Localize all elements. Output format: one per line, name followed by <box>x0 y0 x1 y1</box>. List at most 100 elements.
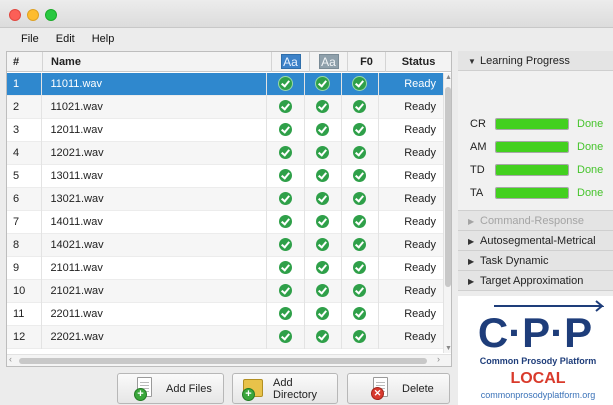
section-header-autosegmental-metrical[interactable]: ▶ Autosegmental-Metrical <box>458 231 613 251</box>
vertical-scroll-thumb[interactable] <box>445 87 451 287</box>
table-row[interactable]: 10 21021.wav Ready <box>7 280 443 303</box>
delete-button[interactable]: ✕ Delete <box>347 373 450 404</box>
f0-cell <box>342 96 380 119</box>
learning-progress-panel: CR Done AM Done TD Done TA Done <box>458 71 613 211</box>
column-header-name[interactable]: Name <box>43 52 272 72</box>
check-circle-icon <box>316 237 330 251</box>
add-files-button[interactable]: + Add Files <box>117 373 224 404</box>
f0-cell <box>342 280 380 303</box>
annotation-1-cell <box>267 326 305 349</box>
column-header-annotation-1[interactable]: Aa <box>272 52 310 72</box>
check-circle-icon <box>278 191 292 205</box>
progress-bar-fill <box>496 119 568 129</box>
annotation-2-cell <box>305 165 342 188</box>
f0-cell <box>342 326 380 349</box>
section-header-task-dynamic[interactable]: ▶ Task Dynamic <box>458 251 613 271</box>
check-circle-icon <box>278 260 292 274</box>
check-circle-icon <box>278 329 292 343</box>
table-row[interactable]: 12 22021.wav Ready <box>7 326 443 349</box>
cpp-logo-mark: C·P·P <box>478 300 604 352</box>
check-circle-icon <box>278 168 292 182</box>
f0-cell <box>342 188 380 211</box>
check-circle-icon <box>316 214 330 228</box>
progress-row-td: TD Done <box>470 163 603 177</box>
check-circle-icon <box>353 122 367 136</box>
table-row[interactable]: 5 13011.wav Ready <box>7 165 443 188</box>
minimize-window-button[interactable] <box>27 9 39 21</box>
row-number: 4 <box>7 142 43 165</box>
collapsed-triangle-icon: ▶ <box>468 257 475 266</box>
scroll-up-arrow-icon[interactable]: ▲ <box>445 74 451 81</box>
annotation-1-cell <box>267 96 305 119</box>
menu-edit[interactable]: Edit <box>56 33 75 45</box>
table-row[interactable]: 3 12011.wav Ready <box>7 119 443 142</box>
row-filename: 21011.wav <box>42 257 268 280</box>
horizontal-scrollbar[interactable]: ‹ › <box>7 354 451 366</box>
row-number: 7 <box>7 211 43 234</box>
check-circle-icon <box>353 283 367 297</box>
check-circle-icon <box>316 76 330 90</box>
scroll-left-arrow-icon[interactable]: ‹ <box>9 354 12 364</box>
model-sidebar: ▼ Learning Progress CR Done AM Done TD Done TA D… <box>458 51 613 291</box>
check-circle-icon <box>353 145 367 159</box>
row-filename: 13021.wav <box>42 188 268 211</box>
annotation-1-cell <box>267 165 305 188</box>
column-header-status[interactable]: Status <box>386 52 451 72</box>
table-row[interactable]: 7 14011.wav Ready <box>7 211 443 234</box>
file-table[interactable]: # Name Aa Aa F0 Status 1 11011.wav Ready 2 1… <box>6 51 452 367</box>
horizontal-scroll-thumb[interactable] <box>19 358 427 364</box>
annotation-2-cell <box>305 188 342 211</box>
row-number: 11 <box>7 303 43 326</box>
check-circle-icon <box>353 76 367 90</box>
table-row[interactable]: 9 21011.wav Ready <box>7 257 443 280</box>
table-row[interactable]: 4 12021.wav Ready <box>7 142 443 165</box>
annotation-2-cell <box>305 211 342 234</box>
row-status: Ready <box>404 262 437 274</box>
row-filename: 12021.wav <box>42 142 268 165</box>
add-directory-button[interactable]: + Add Directory <box>232 373 338 404</box>
row-filename: 22011.wav <box>42 303 268 326</box>
progress-label: CR <box>470 118 486 130</box>
check-circle-icon <box>316 329 330 343</box>
progress-label: AM <box>470 141 487 153</box>
table-row[interactable]: 2 11021.wav Ready <box>7 96 443 119</box>
logo-url: commonprosodyplatform.org <box>480 390 596 400</box>
menu-help[interactable]: Help <box>92 33 115 45</box>
menu-file[interactable]: File <box>21 33 39 45</box>
add-files-label: Add Files <box>166 382 212 395</box>
table-row[interactable]: 1 11011.wav Ready <box>7 73 443 96</box>
zoom-window-button[interactable] <box>45 9 57 21</box>
column-header-number[interactable]: # <box>7 52 43 72</box>
add-folder-icon: + <box>242 377 265 401</box>
close-window-button[interactable] <box>9 9 21 21</box>
table-row[interactable]: 11 22011.wav Ready <box>7 303 443 326</box>
f0-cell <box>342 257 380 280</box>
progress-bar <box>495 118 569 130</box>
check-circle-icon <box>278 145 292 159</box>
progress-bar-fill <box>496 165 568 175</box>
check-circle-icon <box>278 237 292 251</box>
check-circle-icon <box>316 260 330 274</box>
progress-status: Done <box>577 118 604 130</box>
check-circle-icon <box>353 214 367 228</box>
check-circle-icon <box>353 260 367 274</box>
progress-bar <box>495 141 569 153</box>
table-row[interactable]: 6 13021.wav Ready <box>7 188 443 211</box>
column-header-annotation-2[interactable]: Aa <box>310 52 348 72</box>
table-body: 1 11011.wav Ready 2 11021.wav Ready 3 12011.wav… <box>7 73 443 349</box>
annotation-1-cell <box>267 73 305 96</box>
column-header-f0[interactable]: F0 <box>348 52 386 72</box>
check-circle-icon <box>353 306 367 320</box>
scroll-down-arrow-icon[interactable]: ▼ <box>445 345 451 352</box>
section-header-target-approximation[interactable]: ▶ Target Approximation <box>458 271 613 291</box>
scroll-right-arrow-icon[interactable]: › <box>437 354 440 364</box>
learning-progress-header[interactable]: ▼ Learning Progress <box>458 51 613 71</box>
check-circle-icon <box>278 122 292 136</box>
row-number: 9 <box>7 257 43 280</box>
table-row[interactable]: 8 14021.wav Ready <box>7 234 443 257</box>
check-circle-icon <box>278 76 292 90</box>
vertical-scrollbar[interactable]: ▲ ▼ <box>443 73 451 353</box>
section-title: Task Dynamic <box>480 255 549 267</box>
annotation-1-cell <box>267 280 305 303</box>
row-status: Ready <box>404 285 437 297</box>
